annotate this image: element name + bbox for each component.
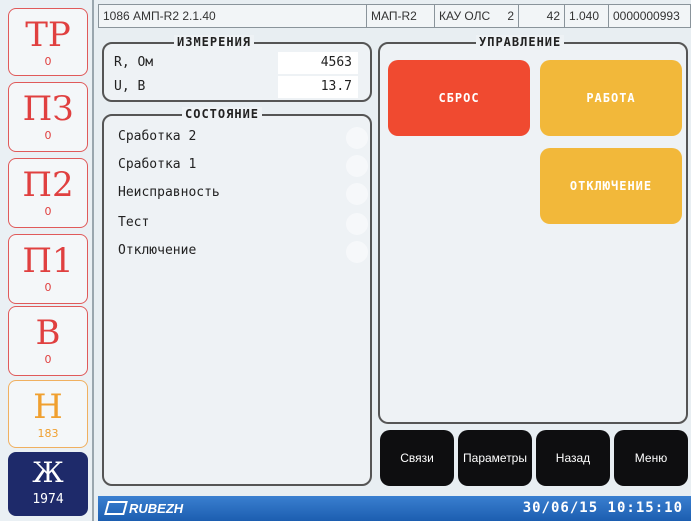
rubezh-logo-icon [104,501,128,515]
sidebar-item-count: 0 [44,205,52,218]
state-item: Тест [118,212,368,235]
state-item-label: Тест [118,215,150,230]
state-item-label: Неисправность [118,185,220,200]
device-info: 1086 АМП-R2 2.1.40 [99,5,367,27]
brand-logo: RUBEZH [104,499,184,518]
state-item: Сработка 2 [118,126,368,149]
state-item: Сработка 1 [118,154,368,177]
state-title: СОСТОЯНИЕ [182,107,263,121]
sidebar-item-count: 183 [37,427,59,440]
sidebar-item-count: 0 [44,55,52,68]
sidebar-item-v[interactable]: В 0 [8,306,88,376]
sidebar-item-p1[interactable]: П1 0 [8,234,88,304]
state-item-label: Сработка 1 [118,157,197,172]
sidebar-item-zh[interactable]: Ж 1974 [8,452,88,516]
links-button[interactable]: Связи [380,430,454,486]
sidebar-item-label: П2 [22,165,74,205]
sidebar-item-count: 0 [44,129,52,142]
control-panel: УПРАВЛЕНИЕ СБРОС РАБОТА ОТКЛЮЧЕНИЕ [378,35,688,424]
sidebar-item-label: П1 [22,241,74,281]
status-bar: RUBEZH 30/06/15 10:15:10 [98,496,691,521]
measurements-panel: ИЗМЕРЕНИЯ R, Ом 4563 U, В 13.7 [102,35,372,102]
sidebar-item-count: 1974 [32,492,64,507]
control-title: УПРАВЛЕНИЕ [476,35,565,49]
sidebar-item-pz[interactable]: ПЗ 0 [8,82,88,152]
sidebar-item-count: 0 [44,281,52,294]
back-button[interactable]: Назад [536,430,610,486]
measurement-value: 4563 [278,52,358,74]
kau-number: 2 [507,9,514,23]
kau-info: КАУ ОЛС 2 [435,5,519,27]
state-item: Отключение [118,240,368,263]
measurement-row: U, В 13.7 [110,76,362,98]
top-info-bar: 1086 АМП-R2 2.1.40 МАП-R2 КАУ ОЛС 2 42 1… [98,4,691,28]
sidebar-item-label: ПЗ [22,89,74,129]
state-indicator-lamp [346,183,368,205]
kau-label: КАУ ОЛС [439,9,491,23]
measurement-label: U, В [114,79,146,94]
module-name: МАП-R2 [367,5,435,27]
sidebar-item-label: ТР [25,15,71,55]
sidebar-item-count: 0 [44,353,52,366]
brand-name: RUBEZH [129,501,184,516]
state-item-label: Отключение [118,243,197,258]
reset-button[interactable]: СБРОС [388,60,530,136]
disable-button[interactable]: ОТКЛЮЧЕНИЕ [540,148,682,224]
state-indicator-lamp [346,155,368,177]
measurement-label: R, Ом [114,55,154,70]
state-item: Неисправность [118,182,368,205]
measurement-row: R, Ом 4563 [110,52,362,74]
work-button[interactable]: РАБОТА [540,60,682,136]
state-panel: СОСТОЯНИЕ Сработка 2 Сработка 1 Неисправ… [102,107,372,486]
measurements-title: ИЗМЕРЕНИЯ [174,35,255,49]
state-indicator-lamp [346,241,368,263]
sidebar-item-n[interactable]: Н 183 [8,380,88,448]
serial-number: 0000000993 [613,9,680,23]
state-indicator-lamp [346,127,368,149]
menu-button[interactable]: Меню [614,430,688,486]
measurement-value: 13.7 [278,76,358,98]
sidebar: ТР 0 ПЗ 0 П2 0 П1 0 В 0 Н 183 Ж 1974 [0,0,94,521]
sidebar-item-label: Ж [32,456,64,489]
datetime-display: 30/06/15 10:15:10 [522,500,683,516]
state-indicator-lamp [346,213,368,235]
version: 1.040 [565,5,609,27]
sidebar-item-tr[interactable]: ТР 0 [8,8,88,76]
parameters-button[interactable]: Параметры [458,430,532,486]
sidebar-item-p2[interactable]: П2 0 [8,158,88,228]
sidebar-item-label: В [35,313,61,353]
state-item-label: Сработка 2 [118,129,197,144]
address: 42 [519,5,565,27]
sidebar-item-label: Н [33,387,63,427]
